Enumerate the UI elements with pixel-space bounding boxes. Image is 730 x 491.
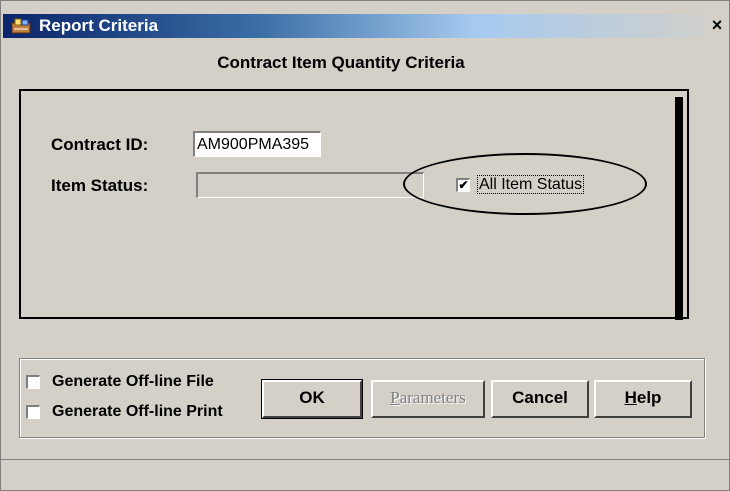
contract-id-input[interactable]: AM900PMA395 — [193, 131, 321, 157]
criteria-heading: Contract Item Quantity Criteria — [217, 53, 465, 72]
title-bar[interactable]: Report Criteria × — [3, 14, 729, 38]
parameters-label: arameters — [399, 388, 466, 407]
help-mnemonic: H — [624, 388, 637, 407]
panel-scrollbar[interactable] — [675, 97, 683, 320]
offline-print-checkbox[interactable] — [26, 405, 40, 419]
help-button[interactable]: Help — [594, 380, 692, 418]
status-divider — [1, 459, 730, 460]
window-title: Report Criteria — [39, 16, 159, 35]
cancel-button[interactable]: Cancel — [491, 380, 589, 418]
highlight-oval — [403, 153, 647, 215]
report-criteria-dialog: Report Criteria × Contract Item Quantity… — [0, 0, 730, 491]
item-status-input[interactable] — [196, 172, 424, 198]
contract-id-label: Contract ID: — [51, 135, 149, 154]
offline-file-label[interactable]: Generate Off-line File — [52, 373, 214, 391]
report-app-icon — [11, 18, 31, 34]
offline-print-label[interactable]: Generate Off-line Print — [52, 403, 223, 421]
help-label: elp — [636, 388, 662, 407]
offline-file-checkbox[interactable] — [26, 375, 40, 389]
close-button[interactable]: × — [707, 16, 727, 36]
ok-button[interactable]: OK — [261, 379, 363, 419]
parameters-mnemonic: P — [390, 388, 400, 407]
parameters-button[interactable]: Parameters — [371, 380, 485, 418]
item-status-label: Item Status: — [51, 176, 149, 195]
